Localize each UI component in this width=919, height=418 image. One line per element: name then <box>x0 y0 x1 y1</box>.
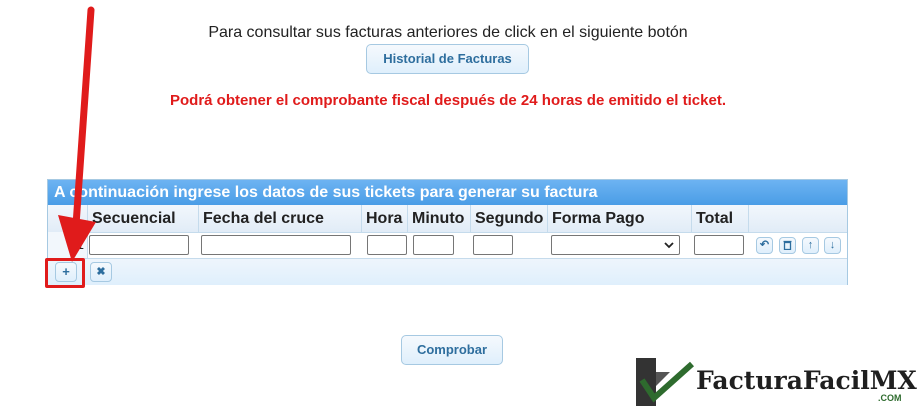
header-minuto: Minuto <box>408 205 471 232</box>
header-hora: Hora <box>362 205 408 232</box>
warning-text: Podrá obtener el comprobante fiscal desp… <box>170 92 726 109</box>
logo-name: FacturaFacilMX <box>696 366 917 395</box>
logo-mark-icon <box>636 358 695 406</box>
trash-icon[interactable] <box>779 237 796 254</box>
minuto-input[interactable] <box>413 235 454 255</box>
segundo-input[interactable] <box>473 235 513 255</box>
add-row-highlight <box>45 258 85 288</box>
header-forma-pago: Forma Pago <box>548 205 692 232</box>
intro-text: Para consultar sus facturas anteriores d… <box>208 24 688 41</box>
table-row: 1 ↶ ↑ ↓ <box>48 232 847 258</box>
grid-pager: + ✖ <box>48 258 847 285</box>
total-input[interactable] <box>694 235 744 255</box>
grid-header: Secuencial Fecha del cruce Hora Minuto S… <box>48 205 847 233</box>
chevron-down-icon <box>664 238 674 255</box>
row-number: 1 <box>48 232 88 258</box>
secuencial-input[interactable] <box>89 235 189 255</box>
undo-icon[interactable]: ↶ <box>756 237 773 254</box>
header-rownum <box>48 205 88 232</box>
fecha-cruce-input[interactable] <box>201 235 351 255</box>
facturafacilmx-logo: FacturaFacilMX .COM <box>636 358 917 406</box>
header-fecha: Fecha del cruce <box>199 205 362 232</box>
delete-row-button[interactable]: ✖ <box>90 262 112 282</box>
header-secuencial: Secuencial <box>88 205 199 232</box>
grid-caption: A continuación ingrese los datos de sus … <box>48 180 847 205</box>
header-segundo: Segundo <box>471 205 548 232</box>
check-button[interactable]: Comprobar <box>401 335 503 365</box>
hora-input[interactable] <box>367 235 407 255</box>
logo-tld: .COM <box>878 393 902 403</box>
arrow-down-icon[interactable]: ↓ <box>824 237 841 254</box>
arrow-up-icon[interactable]: ↑ <box>802 237 819 254</box>
history-button[interactable]: Historial de Facturas <box>366 44 529 74</box>
header-actions <box>749 205 847 232</box>
tickets-grid: A continuación ingrese los datos de sus … <box>47 179 848 285</box>
forma-pago-select[interactable] <box>551 235 680 255</box>
header-total: Total <box>692 205 749 232</box>
